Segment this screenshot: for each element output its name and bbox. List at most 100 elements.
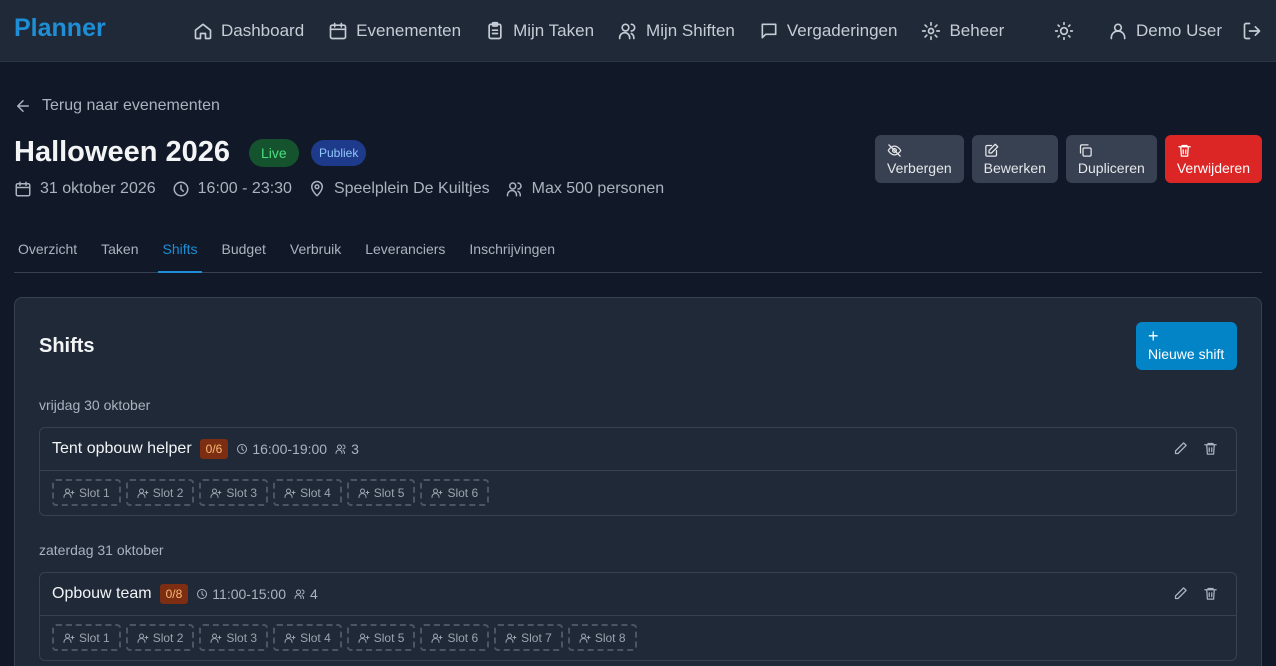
users-icon xyxy=(294,589,305,599)
event-location: Speelplein De Kuiltjes xyxy=(308,180,490,198)
slot-button[interactable]: Slot 1 xyxy=(52,624,121,651)
tab-verbruik[interactable]: Verbruik xyxy=(286,232,345,273)
shift-time-text: 11:00-15:00 xyxy=(212,586,286,602)
slot-label: Slot 2 xyxy=(152,630,184,645)
shift-time: 11:00-15:00 xyxy=(196,586,286,602)
slot-button[interactable]: Slot 5 xyxy=(346,479,416,506)
slot-label: Slot 6 xyxy=(447,630,479,645)
new-shift-label: Nieuwe shift xyxy=(1148,346,1225,362)
user-plus-icon xyxy=(137,488,149,498)
slot-button[interactable]: Slot 6 xyxy=(420,624,490,651)
tab-taken[interactable]: Taken xyxy=(97,232,142,273)
slot-button[interactable]: Slot 5 xyxy=(346,624,416,651)
tab-leveranciers[interactable]: Leveranciers xyxy=(361,232,449,273)
hide-button[interactable]: Verbergen xyxy=(875,135,964,183)
nav-label: Mijn Shiften xyxy=(646,21,735,40)
hide-button-label: Verbergen xyxy=(887,159,952,176)
clock-icon xyxy=(197,589,208,599)
slot-button[interactable]: Slot 1 xyxy=(52,479,121,506)
eye-off-icon xyxy=(887,143,902,157)
copy-icon xyxy=(1079,143,1092,157)
tab-budget[interactable]: Budget xyxy=(218,232,270,273)
brand-logo[interactable]: Planner xyxy=(14,14,106,43)
pencil-icon[interactable] xyxy=(1173,441,1188,456)
nav-item-dashboard[interactable]: Dashboard xyxy=(193,21,304,41)
shift-name: Opbouw team xyxy=(52,585,152,602)
back-link[interactable]: Terug naar evenementen xyxy=(14,97,220,115)
slot-label: Slot 5 xyxy=(373,630,405,645)
nav-item-mijn-shiften[interactable]: Mijn Shiften xyxy=(618,21,735,41)
nav-item-vergaderingen[interactable]: Vergaderingen xyxy=(759,21,897,41)
nav-item-mijn-taken[interactable]: Mijn Taken xyxy=(485,21,594,41)
event-time: 16:00 - 23:30 xyxy=(172,180,292,198)
shift-time-text: 16:00-19:00 xyxy=(252,441,328,457)
nav-item-beheer[interactable]: Beheer xyxy=(921,21,1004,41)
tab-shifts[interactable]: Shifts xyxy=(158,232,202,273)
slot-button[interactable]: Slot 6 xyxy=(420,479,490,506)
users-icon xyxy=(506,182,522,197)
user-menu[interactable]: Demo User xyxy=(1108,21,1222,41)
slot-button[interactable]: Slot 4 xyxy=(273,479,342,506)
slot-label: Slot 2 xyxy=(152,485,184,500)
main-nav: Dashboard Evenementen Mijn Taken Mijn Sh… xyxy=(193,0,1028,62)
slot-button[interactable]: Slot 8 xyxy=(567,624,637,651)
user-plus-icon xyxy=(358,633,370,643)
users-icon xyxy=(335,444,346,454)
clock-icon xyxy=(173,181,189,197)
sun-icon[interactable] xyxy=(1054,21,1074,41)
slot-list: Slot 1 Slot 2 Slot 3 Slot 4 Slot 5 Slot … xyxy=(40,616,1236,659)
slot-label: Slot 4 xyxy=(300,630,331,645)
trash-icon[interactable] xyxy=(1203,586,1218,601)
slot-label: Slot 1 xyxy=(79,485,110,500)
slot-label: Slot 3 xyxy=(226,485,258,500)
new-shift-button[interactable]: + Nieuwe shift xyxy=(1136,322,1237,370)
edit-button[interactable]: Bewerken xyxy=(971,135,1058,183)
nav-right: Demo User xyxy=(1054,0,1262,62)
slot-button[interactable]: Slot 3 xyxy=(199,624,269,651)
nav-label: Mijn Taken xyxy=(513,21,595,40)
nav-label: Evenementen xyxy=(356,21,462,40)
map-pin-icon xyxy=(310,180,323,197)
slot-button[interactable]: Slot 4 xyxy=(273,624,342,651)
user-name: Demo User xyxy=(1136,21,1222,40)
page-title: Halloween 2026 xyxy=(14,136,230,168)
user-plus-icon xyxy=(210,633,222,643)
shift-people-text: 4 xyxy=(310,586,318,602)
shift-tools xyxy=(1158,441,1218,456)
logout-icon[interactable] xyxy=(1242,21,1262,41)
plus-icon: + xyxy=(1148,326,1159,346)
slot-label: Slot 6 xyxy=(447,485,479,500)
user-plus-icon xyxy=(431,488,443,498)
event-capacity: Max 500 personen xyxy=(506,180,664,198)
event-actions: Verbergen Bewerken Dupliceren Verwijdere… xyxy=(867,135,1262,183)
slot-button[interactable]: Slot 3 xyxy=(199,479,269,506)
status-badge: Live xyxy=(249,139,299,167)
trash-icon xyxy=(1178,144,1191,157)
day-label: vrijdag 30 oktober xyxy=(39,397,151,413)
slot-button[interactable]: Slot 2 xyxy=(125,624,195,651)
slot-label: Slot 5 xyxy=(373,485,405,500)
shift-header: Opbouw team 0/8 11:00-15:00 4 xyxy=(40,573,1236,616)
nav-label: Beheer xyxy=(949,21,1005,40)
shift-card: Opbouw team 0/8 11:00-15:00 4 Slot 1 Slo… xyxy=(39,572,1237,661)
tab-inschrijvingen[interactable]: Inschrijvingen xyxy=(465,232,559,273)
slot-button[interactable]: Slot 7 xyxy=(494,624,563,651)
nav-item-evenementen[interactable]: Evenementen xyxy=(328,21,461,41)
shifts-title: Shifts xyxy=(39,335,95,357)
delete-button[interactable]: Verwijderen xyxy=(1164,135,1262,183)
event-date-text: 31 oktober 2026 xyxy=(40,180,156,197)
duplicate-button[interactable]: Dupliceren xyxy=(1065,135,1157,183)
tab-overzicht[interactable]: Overzicht xyxy=(14,232,81,273)
slot-button[interactable]: Slot 2 xyxy=(125,479,195,506)
shift-people: 3 xyxy=(335,441,359,457)
event-meta: 31 oktober 2026 16:00 - 23:30 Speelplein… xyxy=(14,180,680,198)
shift-people: 4 xyxy=(294,586,318,602)
user-plus-icon xyxy=(137,633,149,643)
pencil-icon[interactable] xyxy=(1173,586,1188,601)
edit-button-label: Bewerken xyxy=(983,159,1046,176)
event-date: 31 oktober 2026 xyxy=(14,180,156,198)
trash-icon[interactable] xyxy=(1203,441,1218,456)
slot-list: Slot 1 Slot 2 Slot 3 Slot 4 Slot 5 Slot … xyxy=(40,471,1236,514)
shift-people-text: 3 xyxy=(351,441,359,457)
clock-icon xyxy=(237,444,248,454)
